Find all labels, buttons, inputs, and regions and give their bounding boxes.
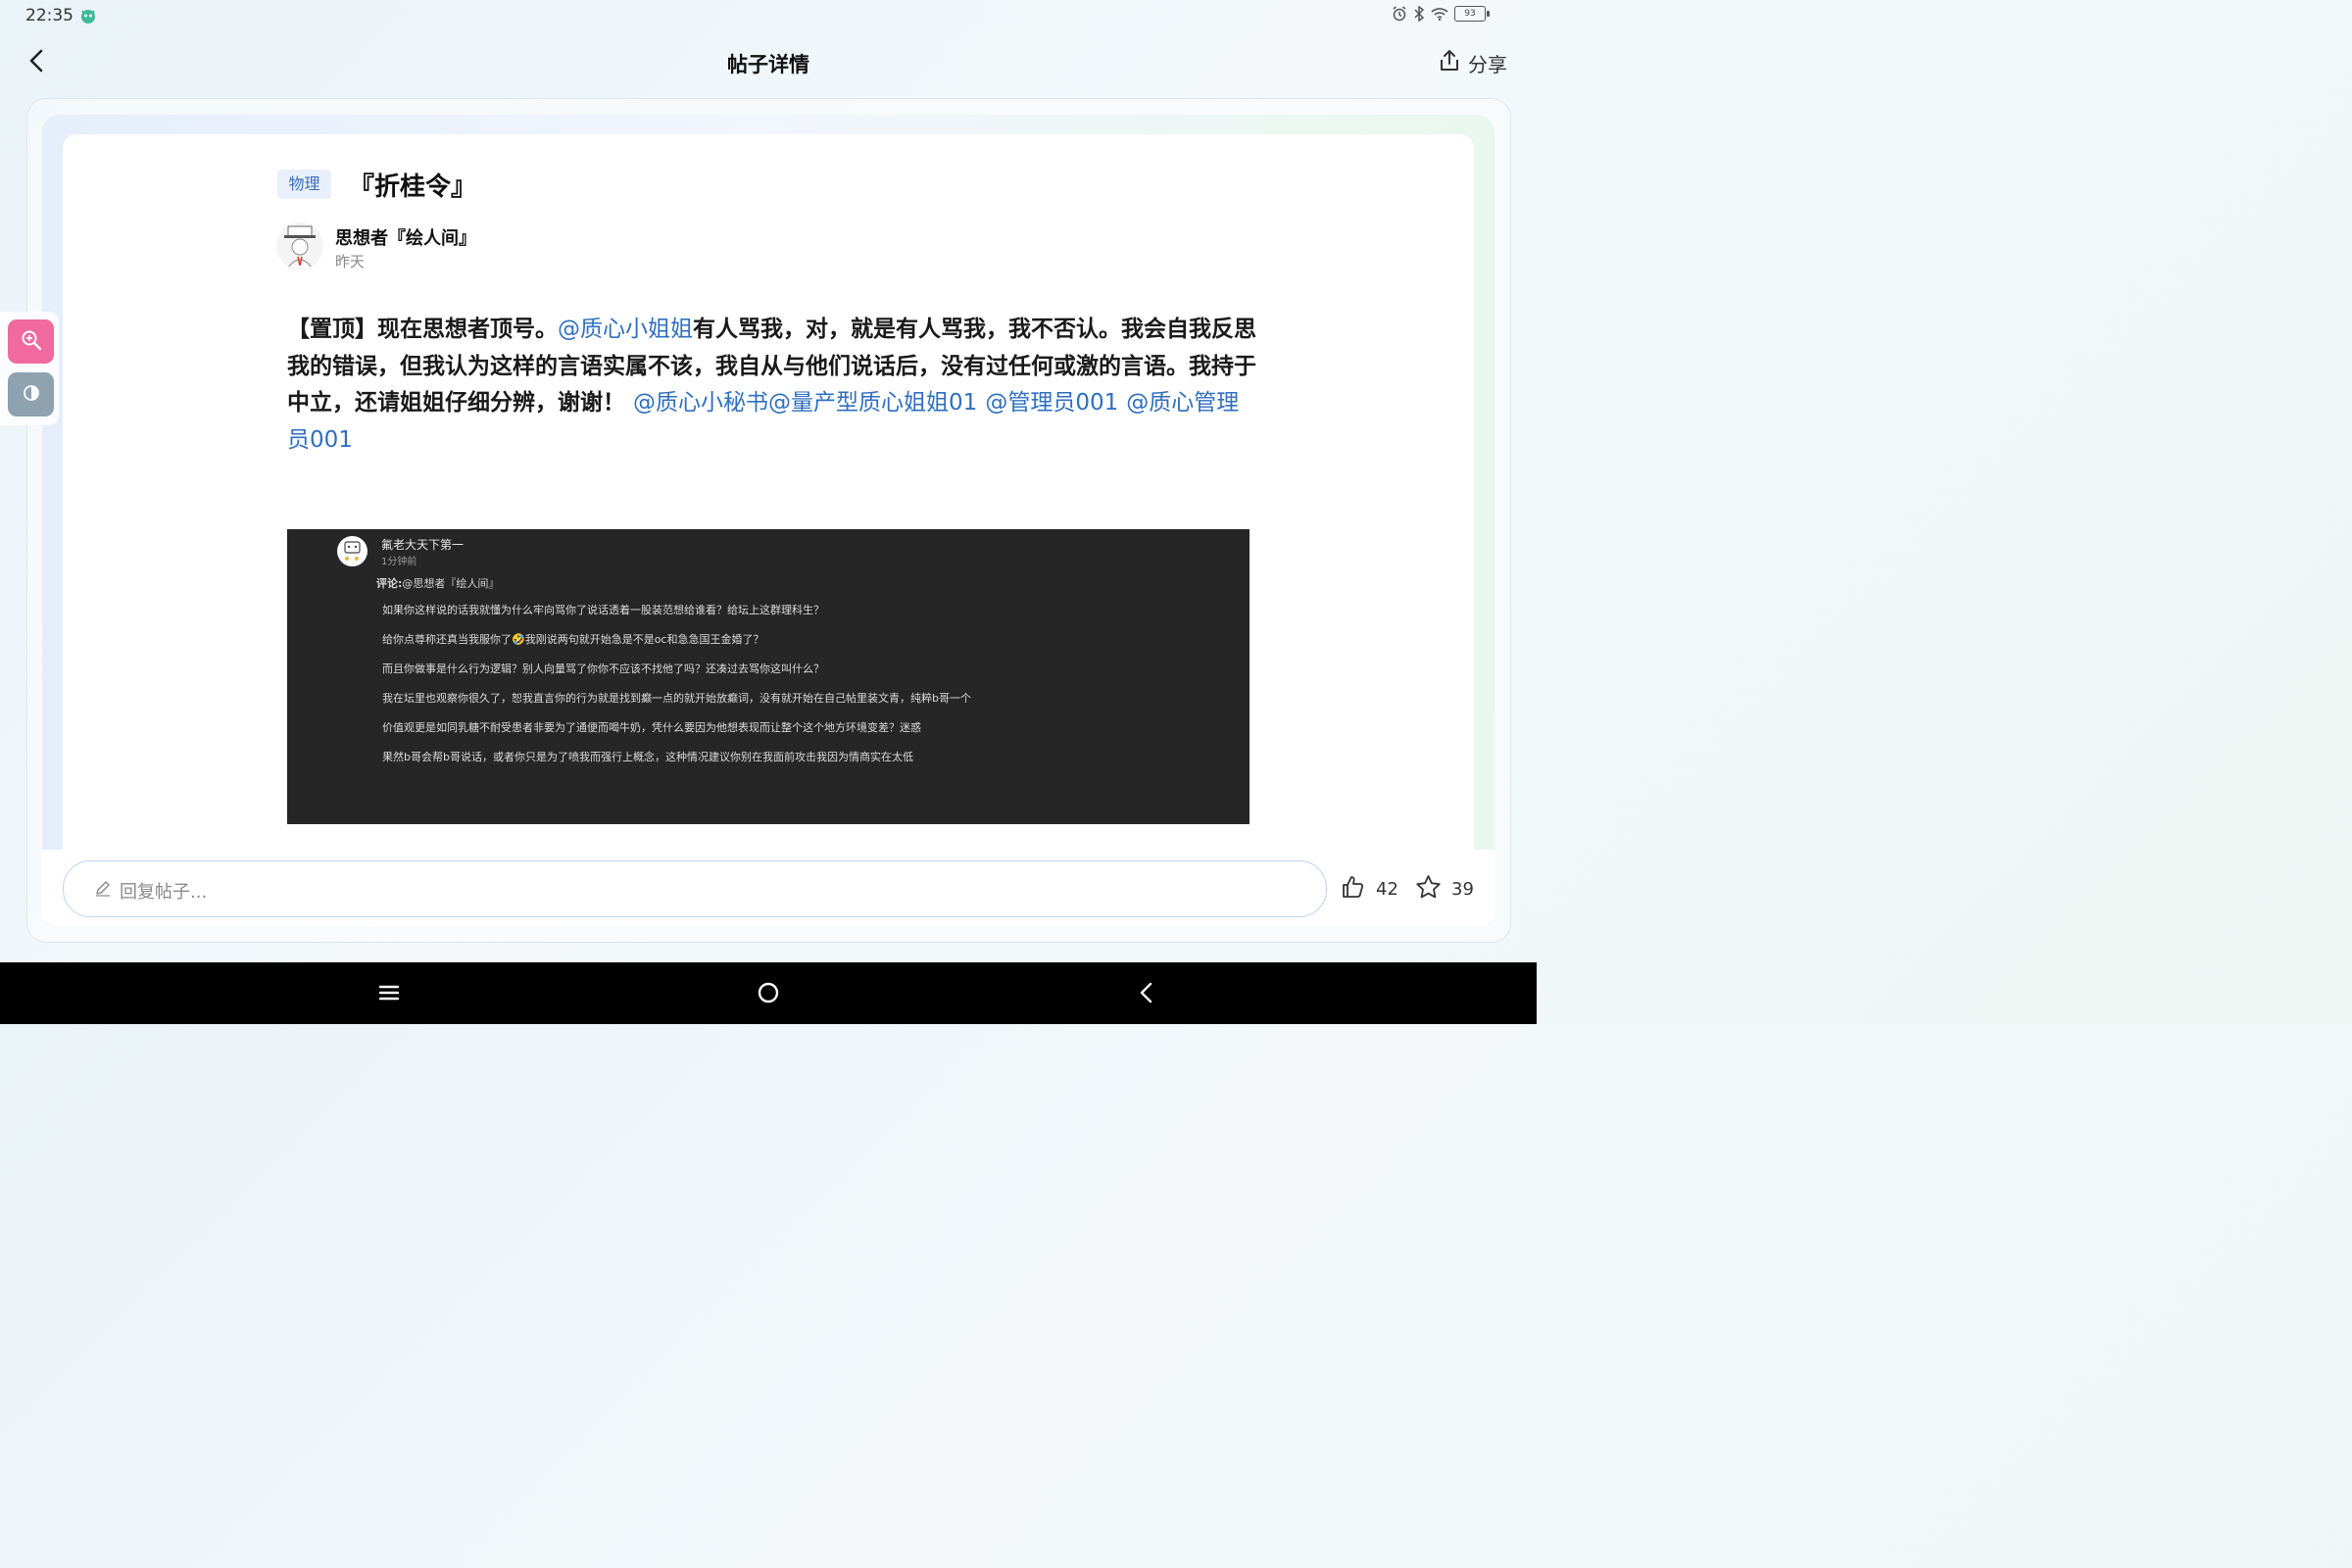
contrast-button[interactable] [8, 372, 54, 416]
author-avatar[interactable] [276, 222, 323, 270]
app-notification-icon [79, 7, 97, 24]
screenshot-username: 氟老大天下第一 [381, 538, 465, 552]
status-bar: 22:35 93 [0, 0, 1537, 33]
mention-link[interactable]: @管理员001 [985, 390, 1118, 416]
page-title: 帖子详情 [727, 53, 809, 76]
mention-link[interactable]: @量产型质心姐姐01 [768, 390, 977, 416]
menu-icon[interactable] [376, 980, 402, 1005]
post-time: 昨天 [335, 253, 366, 270]
screenshot-comment-line: 我在坛里也观察你很久了，恕我直言你的行为就是找到癫一点的就开始放癫词，没有就开始… [382, 692, 971, 705]
pencil-icon [94, 879, 112, 901]
bluetooth-icon [1413, 6, 1425, 22]
screenshot-avatar [337, 536, 368, 566]
mention-link[interactable]: @质心小秘书 [633, 390, 768, 416]
category-tag[interactable]: 物理 [277, 170, 331, 199]
screenshot-comment-line: 果然b哥会帮b哥说话，或者你只是为了喷我而强行上概念，这种情况建议你别在我面前攻… [382, 751, 913, 763]
share-button[interactable]: 分享 [1439, 49, 1507, 77]
screenshot-comment-line: 给你点尊称还真当我服你了🤣我刚说两句就开始急是不是oc和急急国王金婚了？ [382, 633, 764, 646]
star-icon [1415, 874, 1442, 904]
screenshot-time: 1分钟前 [381, 557, 417, 567]
top-app-bar: 帖子详情 分享 [0, 33, 1537, 94]
share-label: 分享 [1468, 53, 1507, 76]
favorite-count: 39 [1451, 878, 1474, 900]
screenshot-reply-label: 评论: [376, 577, 403, 590]
reply-placeholder: 回复帖子... [120, 882, 208, 903]
favorite-button[interactable]: 39 [1415, 874, 1474, 904]
share-icon [1439, 49, 1460, 77]
contrast-icon [23, 384, 40, 406]
screenshot-comment-line: 价值观更是如同乳糖不耐受患者非要为了通便而喝牛奶，凭什么要因为他想表现而让整个这… [382, 721, 921, 734]
reply-input[interactable] [63, 860, 1327, 917]
screenshot-comment-line: 而且你做事是什么行为逻辑？别人向量骂了你你不应该不找他了吗？还凑过去骂你这叫什么… [382, 662, 824, 675]
screenshot-reply-to: 评论:@思想者『绘人间』 [376, 575, 499, 591]
post-text: 【置顶】现在思想者顶号。 [287, 317, 558, 342]
like-count: 42 [1376, 878, 1398, 900]
status-time: 22:35 [25, 6, 74, 25]
status-icons: 93 [1392, 6, 1490, 22]
home-icon[interactable] [756, 980, 781, 1005]
post-title: 『折桂令』 [349, 172, 477, 202]
alarm-icon [1392, 6, 1407, 22]
screenshot-reply-target: @思想者『绘人间』 [402, 577, 500, 590]
battery-icon: 93 [1454, 6, 1490, 22]
thumbs-up-icon [1341, 874, 1366, 904]
mention-link[interactable]: @质心小姐姐 [558, 317, 693, 342]
post-body: 【置顶】现在思想者顶号。@质心小姐姐有人骂我，对，就是有人骂我，我不否认。我会自… [287, 312, 1257, 460]
magnifier-button[interactable] [8, 319, 54, 364]
zoom-in-icon [21, 329, 42, 355]
author-name[interactable]: 思想者『绘人间』 [335, 224, 476, 250]
nav-back-icon[interactable] [1134, 980, 1159, 1005]
screenshot-comment-lines: 如果你这样说的话我就懂为什么牢向骂你了说话透着一股装范想给谁看？给坛上这群理科生… [382, 604, 971, 780]
post-image[interactable]: 氟老大天下第一 1分钟前 评论:@思想者『绘人间』 如果你这样说的话我就懂为什么… [287, 529, 1250, 824]
wifi-icon [1431, 7, 1448, 21]
screenshot-comment-line: 如果你这样说的话我就懂为什么牢向骂你了说话透着一股装范想给谁看？给坛上这群理科生… [382, 604, 824, 616]
like-button[interactable]: 42 [1341, 874, 1398, 904]
